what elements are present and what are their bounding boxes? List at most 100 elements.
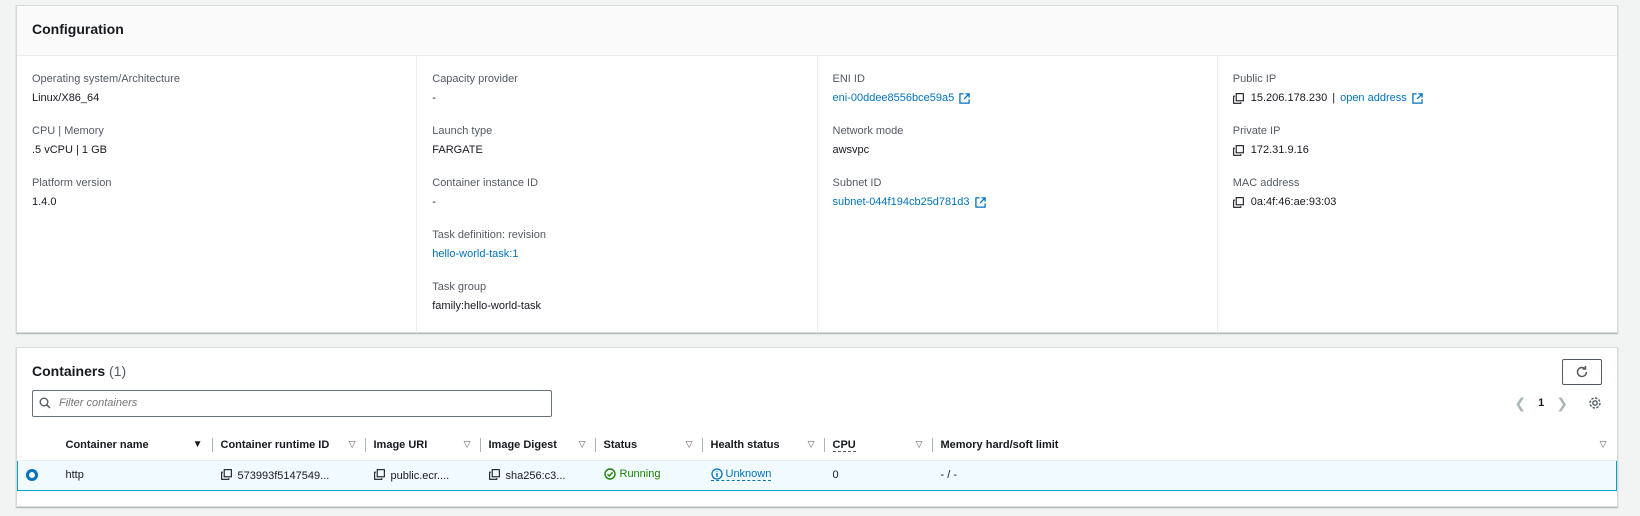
column-header-status[interactable]: Status ▽ [595, 430, 703, 461]
column-header-image-digest[interactable]: Image Digest ▽ [480, 430, 596, 461]
column-header-label: CPU [832, 438, 856, 452]
search-icon [39, 397, 51, 409]
sort-icon: ▽ [348, 439, 356, 449]
image-uri-value: public.ecr.... [390, 469, 450, 482]
gear-icon[interactable] [1588, 396, 1602, 410]
filter-containers-input[interactable] [57, 396, 537, 410]
eni-id-link[interactable]: eni-00ddee8556bce59a5 [833, 91, 955, 105]
mac-address-value: 0a:4f:46:ae:93:03 [1250, 196, 1337, 208]
health-status-popover[interactable]: Unknown [710, 467, 772, 481]
config-column-2: Capacity provider - Launch type FARGATE Co… [417, 56, 818, 333]
column-header-container-name[interactable]: Container name ▼ [57, 430, 213, 461]
column-header-image-uri[interactable]: Image URI ▽ [365, 430, 481, 461]
external-link-icon[interactable] [1412, 92, 1423, 104]
external-link-icon[interactable] [959, 92, 970, 104]
containers-table: Container name ▼ Container runtime ID ▽ Im… [17, 430, 1617, 491]
status-value: Running [619, 467, 661, 480]
sort-icon: ▽ [685, 439, 693, 449]
column-header-label: Status [603, 438, 638, 451]
container-instance-value: - [432, 196, 436, 208]
column-header-label: Health status [710, 438, 780, 451]
task-group-label: Task group [432, 281, 487, 293]
capacity-provider-label: Capacity provider [432, 73, 518, 85]
table-header-row: Container name ▼ Container runtime ID ▽ Im… [17, 430, 1617, 461]
health-status-cell: Unknown [702, 459, 825, 491]
current-page[interactable]: 1 [1538, 397, 1544, 409]
cpu-memory-value: .5 vCPU | 1 GB [32, 144, 107, 156]
copy-icon[interactable] [220, 468, 232, 480]
eni-id-label: ENI ID [832, 73, 865, 85]
copy-icon[interactable] [1232, 196, 1244, 208]
row-select-radio[interactable] [26, 469, 38, 482]
column-header-health-status[interactable]: Health status ▽ [702, 430, 825, 461]
mac-address-label: MAC address [1232, 177, 1300, 189]
memory-cell: - / - [932, 459, 1617, 491]
runtime-id-cell: 573993f5147549... [212, 459, 366, 491]
column-header-label: Memory hard/soft limit [940, 438, 1059, 451]
health-status-value: Unknown [725, 467, 772, 480]
sort-icon: ▽ [807, 439, 815, 449]
column-header-label: Container runtime ID [220, 438, 330, 451]
network-mode-label: Network mode [832, 125, 904, 137]
pagination: ❮ 1 ❯ [1514, 395, 1602, 412]
private-ip-label: Private IP [1232, 125, 1281, 137]
config-column-4: Public IP 15.206.178.230 | open address … [1218, 56, 1617, 333]
os-arch-label: Operating system/Architecture [32, 73, 180, 85]
image-digest-value: sha256:c3... [505, 469, 566, 482]
info-icon [710, 467, 723, 480]
containers-panel: Containers (1) ❮ 1 ❯ Container name▼ Con [16, 347, 1618, 507]
table-row[interactable]: http 573993f5147549... public.ecr.... sh… [17, 459, 1617, 491]
copy-icon[interactable] [1232, 144, 1244, 156]
configuration-title: Configuration [17, 6, 1617, 56]
column-header-label: Image Digest [488, 438, 557, 451]
container-name-cell: http [57, 459, 213, 491]
public-ip-value: 15.206.178.230 [1250, 92, 1328, 104]
sort-icon: ▽ [578, 439, 586, 449]
sort-icon: ▽ [915, 439, 923, 449]
select-column-header [17, 430, 58, 461]
public-ip-label: Public IP [1232, 73, 1277, 85]
config-column-3: ENI ID eni-00ddee8556bce59a5 Network mod… [818, 56, 1218, 333]
container-instance-label: Container instance ID [432, 177, 539, 189]
runtime-id-value: 573993f5147549... [237, 469, 330, 482]
sort-desc-icon: ▼ [192, 439, 203, 450]
column-header-runtime-id[interactable]: Container runtime ID ▽ [212, 430, 366, 461]
network-mode-value: awsvpc [832, 144, 870, 156]
os-arch-value: Linux/X86_64 [32, 92, 100, 104]
cpu-cell: 0 [824, 459, 933, 491]
task-group-value: family:hello-world-task [432, 300, 542, 312]
config-column-1: Operating system/Architecture Linux/X86_6… [17, 56, 418, 333]
image-uri-cell: public.ecr.... [365, 459, 481, 491]
filter-containers-field[interactable] [32, 389, 552, 417]
task-definition-link[interactable]: hello-world-task:1 [432, 247, 518, 261]
launch-type-value: FARGATE [432, 144, 483, 156]
capacity-provider-value: - [432, 92, 436, 104]
copy-icon[interactable] [1232, 92, 1244, 104]
sort-icon: ▽ [463, 439, 471, 449]
subnet-id-label: Subnet ID [832, 177, 882, 189]
refresh-button[interactable] [1562, 359, 1602, 385]
next-page-icon[interactable]: ❯ [1556, 395, 1568, 412]
check-circle-icon [603, 467, 616, 480]
copy-icon[interactable] [488, 468, 500, 480]
launch-type-label: Launch type [432, 125, 493, 137]
containers-title: Containers (1) [32, 363, 126, 379]
column-header-label: Image URI [373, 438, 428, 451]
sort-icon: ▽ [1599, 439, 1607, 449]
copy-icon[interactable] [373, 468, 385, 480]
external-link-icon[interactable] [974, 196, 986, 208]
containers-count: (1) [109, 363, 127, 379]
image-digest-cell: sha256:c3... [480, 459, 596, 491]
column-header-memory[interactable]: Memory hard/soft limit ▽ [932, 430, 1617, 461]
previous-page-icon[interactable]: ❮ [1514, 395, 1526, 412]
open-address-link[interactable]: open address [1340, 91, 1407, 105]
private-ip-value: 172.31.9.16 [1250, 144, 1309, 156]
subnet-id-link[interactable]: subnet-044f194cb25d781d3 [833, 195, 970, 209]
containers-title-text: Containers [32, 363, 106, 379]
platform-version-value: 1.4.0 [32, 196, 57, 208]
refresh-icon [1576, 366, 1588, 378]
column-header-cpu[interactable]: CPU ▽ [824, 430, 933, 461]
task-definition-label: Task definition: revision [432, 229, 546, 241]
cpu-memory-label: CPU | Memory [32, 125, 104, 137]
column-header-label: Container name [65, 438, 149, 451]
